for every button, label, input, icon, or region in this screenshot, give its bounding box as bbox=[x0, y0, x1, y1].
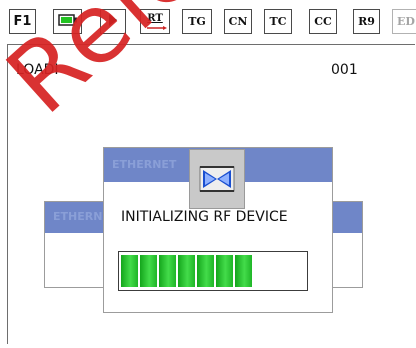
cn-button-label: CN bbox=[228, 15, 248, 28]
progress-segment bbox=[159, 255, 176, 287]
battery-icon bbox=[57, 14, 78, 29]
arrow-right-icon bbox=[147, 26, 167, 30]
r9-button[interactable]: R9 bbox=[353, 9, 380, 34]
progress-segment bbox=[235, 255, 252, 287]
loading-value: 001 bbox=[331, 62, 358, 78]
progress-segment bbox=[216, 255, 233, 287]
tg-button-label: TG bbox=[188, 15, 206, 28]
toolbar: F1 RT TG CN TC CC R9 ED bbox=[0, 0, 416, 44]
rt-button[interactable]: RT bbox=[140, 9, 170, 34]
status-text: INITIALIZING RF DEVICE bbox=[121, 209, 288, 225]
rt-button-label: RT bbox=[147, 12, 163, 24]
cc-button[interactable]: CC bbox=[309, 9, 337, 34]
tg-button[interactable]: TG bbox=[182, 9, 212, 34]
f1-button[interactable]: F1 bbox=[9, 9, 36, 34]
progress-segment bbox=[140, 255, 157, 287]
progress-segment bbox=[178, 255, 195, 287]
play-button[interactable] bbox=[100, 9, 126, 34]
progress-bar bbox=[118, 251, 308, 291]
cn-button[interactable]: CN bbox=[224, 9, 252, 34]
loading-label: LOADI bbox=[16, 62, 59, 78]
progress-segment bbox=[121, 255, 138, 287]
play-icon bbox=[108, 13, 118, 30]
progress-fill bbox=[121, 255, 254, 287]
tc-button-label: TC bbox=[269, 15, 287, 28]
tc-button[interactable]: TC bbox=[264, 9, 292, 34]
device-screen: F1 RT TG CN TC CC R9 ED ETHERNET LOADI 0… bbox=[0, 0, 416, 348]
init-dialog-title: ETHERNET bbox=[112, 158, 177, 171]
progress-segment bbox=[197, 255, 214, 287]
battery-button[interactable] bbox=[53, 9, 82, 34]
ed-button[interactable]: ED bbox=[392, 9, 416, 34]
cc-button-label: CC bbox=[314, 15, 332, 28]
hourglass-icon bbox=[189, 149, 245, 209]
r9-button-label: R9 bbox=[358, 15, 375, 28]
f1-button-label: F1 bbox=[13, 14, 32, 29]
ed-button-label: ED bbox=[397, 15, 415, 28]
